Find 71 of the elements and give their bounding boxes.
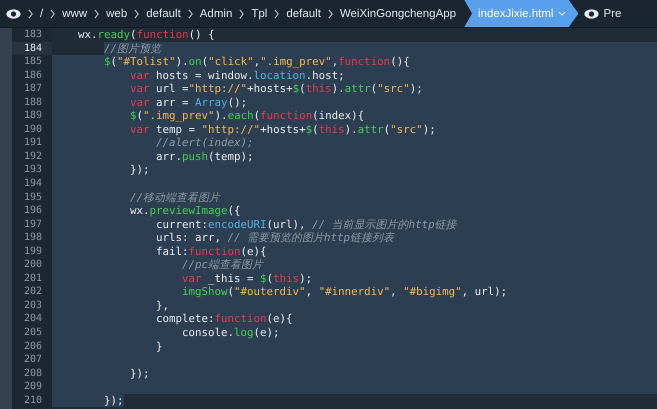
line-number: 192 (22, 150, 43, 164)
chevron-icon (274, 8, 280, 18)
chevron-icon (50, 8, 56, 18)
code-line: }); (104, 394, 124, 408)
line-number: 207 (22, 353, 43, 367)
chevron-icon (28, 8, 33, 18)
code-line: $(".img_prev").each(function(index){ (130, 109, 364, 123)
line-number: 185 (22, 55, 43, 69)
breadcrumb-item[interactable]: WeiXinGongchengApp (340, 8, 456, 20)
line-number: 186 (22, 68, 43, 82)
line-number: 204 (22, 312, 43, 326)
chevron-icon (239, 8, 244, 18)
chevron-icon (328, 8, 333, 18)
code-line: var arr = Array(); (130, 96, 248, 110)
code-line: var _this = $(this); (182, 272, 312, 286)
chevron-icon (94, 8, 100, 18)
line-number: 189 (22, 109, 43, 123)
line-number: 198 (22, 231, 43, 245)
line-number: 202 (22, 285, 43, 299)
line-number: 197 (22, 218, 43, 232)
code-line: fail:function(e){ (156, 244, 267, 258)
code-line: }); (130, 163, 150, 178)
breadcrumb-item[interactable]: Tpl (251, 8, 268, 20)
line-number: 205 (22, 326, 43, 340)
chevron-icon (134, 8, 140, 18)
breadcrumb-item[interactable]: Admin (200, 8, 232, 20)
line-number: 190 (22, 122, 43, 136)
code-line: //移动端查看图片 (130, 190, 220, 204)
code-line: } (156, 340, 163, 354)
code-line: urls: arr, // 需要预览的图片http链接列表 (156, 231, 394, 245)
eye-icon[interactable] (584, 8, 600, 18)
code-line: wx.ready(function() { (78, 28, 215, 42)
code-line: imgShow("#outerdiv", "#innerdiv", "#bigimg", url); (182, 285, 508, 299)
line-number: 194 (22, 177, 43, 191)
code-line: }); (130, 366, 150, 380)
line-number: 187 (22, 82, 43, 96)
code-line: complete:function(e){ (156, 312, 293, 326)
breadcrumb-item[interactable]: default (286, 8, 321, 20)
breadcrumb-item[interactable]: www (62, 8, 88, 20)
breadcrumb-item[interactable]: web (106, 8, 128, 20)
line-number: 196 (22, 204, 43, 218)
line-number: 193 (22, 163, 43, 178)
line-number: 210 (22, 394, 43, 408)
line-number: 183 (22, 28, 43, 42)
line-number: 195 (22, 190, 43, 204)
code-line: //pc端查看图片 (182, 258, 264, 272)
chevron-icon (188, 8, 193, 18)
breadcrumb-item[interactable]: / (40, 8, 44, 20)
code-line: var temp = "http://"+hosts+$(this).attr("src"); (130, 122, 436, 136)
eye-icon[interactable] (6, 8, 21, 18)
code-line: }, (156, 298, 170, 312)
code-line: var url ="http://"+hosts+$(this).attr("src"); (130, 82, 423, 96)
line-number: 206 (22, 340, 43, 354)
line-number: 199 (22, 244, 43, 258)
code-line: wx.previewImage({ (130, 204, 241, 218)
code-line: $("#Tolist").on("click",".img_prev",function(){ (104, 55, 410, 69)
line-number: 200 (22, 258, 43, 272)
line-number: 188 (22, 96, 43, 110)
line-number: 208 (22, 366, 43, 380)
code-line: var hosts = window.location.host; (130, 68, 345, 82)
code-line: current:encodeURI(url), // 当前显示图片的http链接 (156, 218, 457, 232)
line-number: 203 (22, 298, 43, 312)
line-number: 184 (12, 42, 52, 56)
line-number: 209 (22, 380, 43, 394)
code-line: console.log(e); (182, 326, 280, 340)
breadcrumb-item[interactable]: default (146, 8, 181, 20)
line-number: 201 (22, 272, 43, 286)
code-line: arr.push(temp); (156, 150, 254, 164)
code-line: //alert(index); (156, 136, 254, 150)
line-number: 191 (22, 136, 43, 150)
preview-label[interactable]: Pre (603, 8, 622, 20)
